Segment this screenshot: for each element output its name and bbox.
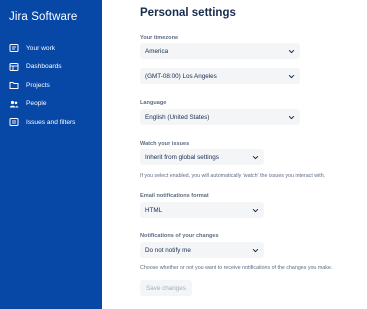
people-icon [9, 99, 19, 109]
language-value: English (United States) [145, 113, 210, 121]
sidebar-item-people[interactable]: People [0, 95, 102, 113]
notifications-value: Do not notify me [145, 246, 191, 254]
save-changes-button[interactable]: Save changes [140, 280, 192, 296]
product-logo[interactable]: Jira Software [0, 8, 102, 26]
timezone-zone-select[interactable]: (GMT-08:00) Los Angeles [140, 68, 300, 84]
watch-issues-select[interactable]: Inherit from global settings [140, 149, 264, 165]
sidebar: Jira Software Your work Dashboards Proje… [0, 0, 102, 309]
sidebar-item-projects[interactable]: Projects [0, 76, 102, 94]
sidebar-item-label: Your work [26, 44, 56, 52]
sidebar-item-issues-filters[interactable]: Issues and filters [0, 113, 102, 131]
dashboards-icon [9, 62, 19, 72]
sidebar-item-label: Dashboards [26, 63, 62, 70]
chevron-down-icon [288, 48, 295, 55]
app-root: Jira Software Your work Dashboards Proje… [0, 0, 367, 309]
notifications-label: Notifications of your changes [140, 233, 219, 239]
watch-issues-value: Inherit from global settings [145, 153, 219, 161]
sidebar-nav: Your work Dashboards Projects People Iss… [0, 39, 102, 131]
sidebar-item-label: Issues and filters [26, 118, 76, 126]
notifications-help: Choose whether or not you want to receiv… [140, 265, 333, 271]
language-select[interactable]: English (United States) [140, 109, 300, 125]
sidebar-item-your-work[interactable]: Your work [0, 39, 102, 57]
watch-issues-help: If you select enabled, you will automati… [140, 173, 326, 179]
chevron-down-icon [288, 114, 295, 121]
chevron-down-icon [252, 154, 259, 161]
main-content: Personal settings Your timezone America … [102, 0, 367, 309]
timezone-region-value: America [145, 47, 169, 55]
email-format-value: HTML [145, 206, 163, 214]
chevron-down-icon [252, 207, 259, 214]
your-work-icon [9, 43, 19, 53]
projects-icon [9, 80, 19, 90]
timezone-region-select[interactable]: America [140, 43, 300, 59]
email-format-label: Email notifications format [140, 193, 209, 199]
watch-issues-label: Watch your issues [140, 141, 190, 147]
issues-filters-icon [9, 117, 19, 127]
sidebar-item-label: People [26, 100, 47, 107]
language-label: Language [140, 100, 167, 106]
timezone-label: Your timezone [140, 35, 179, 41]
notifications-select[interactable]: Do not notify me [140, 242, 264, 258]
sidebar-item-label: Projects [26, 81, 50, 89]
sidebar-item-dashboards[interactable]: Dashboards [0, 58, 102, 76]
chevron-down-icon [252, 247, 259, 254]
page-title: Personal settings [140, 7, 236, 19]
chevron-down-icon [288, 73, 295, 80]
email-format-select[interactable]: HTML [140, 202, 264, 218]
timezone-zone-value: (GMT-08:00) Los Angeles [145, 72, 217, 80]
